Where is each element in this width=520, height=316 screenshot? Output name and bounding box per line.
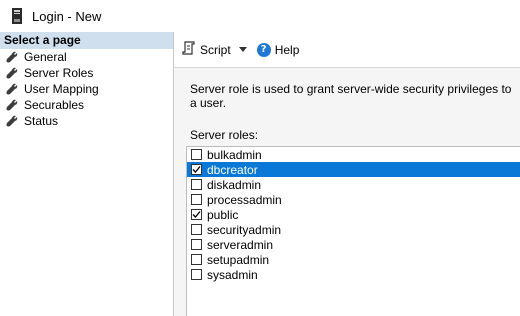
role-checkbox[interactable] [191,179,202,190]
server-roles-page: Script ? Help Server role is used to gra… [174,32,520,316]
role-row-processadmin[interactable]: processadmin [187,192,520,207]
role-checkbox[interactable] [191,239,202,250]
sidebar-item-general[interactable]: General [0,49,173,65]
server-roles-label: Server roles: [190,128,259,142]
role-row-diskadmin[interactable]: diskadmin [187,177,520,192]
role-name: public [207,207,239,222]
role-name: processadmin [207,192,282,207]
role-name: bulkadmin [207,147,262,162]
help-button[interactable]: ? Help [256,42,300,57]
sidebar-item-server-roles[interactable]: Server Roles [0,65,173,81]
sidebar-item-label: Server Roles [24,66,94,80]
role-checkbox[interactable] [191,224,202,235]
title-bar: Login - New [0,0,520,32]
window-title: Login - New [32,8,102,24]
server-roles-list[interactable]: bulkadmin dbcreator diskadmin processadm… [186,146,520,316]
sidebar-item-label: General [24,50,67,64]
script-dropdown-arrow-icon[interactable] [238,47,247,52]
sidebar-item-securables[interactable]: Securables [0,97,173,113]
checkmark-icon [192,211,201,218]
role-row-bulkadmin[interactable]: bulkadmin [187,147,520,162]
role-name: sysadmin [207,267,258,282]
server-icon [10,8,24,24]
script-icon [182,41,196,58]
sidebar-item-label: Securables [24,98,85,112]
select-page-header: Select a page [0,32,173,49]
wrench-icon [6,83,18,95]
page-selector-pane: Select a page General Server Roles User … [0,32,174,316]
wrench-icon [6,67,18,79]
role-row-public[interactable]: public [187,207,520,222]
role-checkbox[interactable] [191,269,202,280]
script-label: Script [200,42,231,57]
script-button[interactable]: Script [182,41,231,58]
page-list: General Server Roles User Mapping Secura… [0,49,173,129]
toolbar: Script ? Help [174,32,520,68]
role-checkbox[interactable] [191,209,202,220]
role-row-setupadmin[interactable]: setupadmin [187,252,520,267]
login-new-dialog: Login - New Select a page General Server… [0,0,520,316]
role-checkbox[interactable] [191,149,202,160]
role-row-sysadmin[interactable]: sysadmin [187,267,520,282]
role-name: securityadmin [207,222,282,237]
role-row-serveradmin[interactable]: serveradmin [187,237,520,252]
help-label: Help [274,42,300,57]
role-name: diskadmin [207,177,262,192]
role-name: dbcreator [207,162,258,177]
role-row-securityadmin[interactable]: securityadmin [187,222,520,237]
sidebar-item-user-mapping[interactable]: User Mapping [0,81,173,97]
sidebar-item-status[interactable]: Status [0,113,173,129]
wrench-icon [6,51,18,63]
page-description: Server role is used to grant server-wide… [190,82,512,110]
wrench-icon [6,115,18,127]
wrench-icon [6,99,18,111]
role-checkbox[interactable] [191,254,202,265]
sidebar-item-label: User Mapping [24,82,99,96]
role-name: setupadmin [207,252,270,267]
role-checkbox[interactable] [191,164,202,175]
checkmark-icon [192,166,201,173]
sidebar-item-label: Status [24,114,59,128]
role-row-dbcreator[interactable]: dbcreator [187,162,520,177]
role-checkbox[interactable] [191,194,202,205]
role-name: serveradmin [207,237,274,252]
help-icon: ? [256,42,271,57]
